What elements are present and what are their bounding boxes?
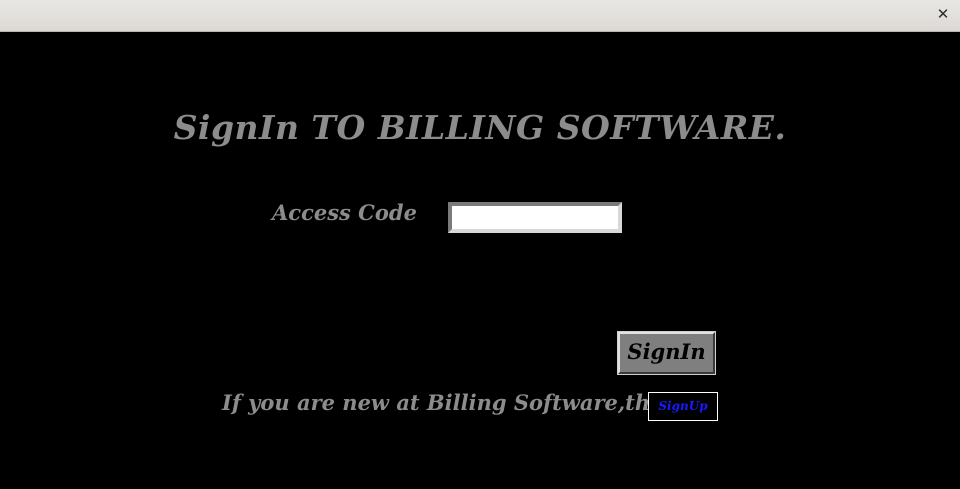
- signin-panel: SignIn TO BILLING SOFTWARE. Access Code …: [0, 32, 960, 489]
- access-code-label: Access Code: [272, 200, 417, 225]
- window-titlebar: ✕: [0, 0, 960, 32]
- access-code-input[interactable]: [448, 202, 622, 233]
- signup-button[interactable]: SignUp: [648, 392, 718, 421]
- signin-button[interactable]: SignIn: [617, 331, 716, 375]
- page-title: SignIn TO BILLING SOFTWARE.: [173, 108, 787, 147]
- new-user-prompt: If you are new at Billing Software,then: [222, 390, 679, 415]
- close-icon[interactable]: ✕: [934, 5, 952, 23]
